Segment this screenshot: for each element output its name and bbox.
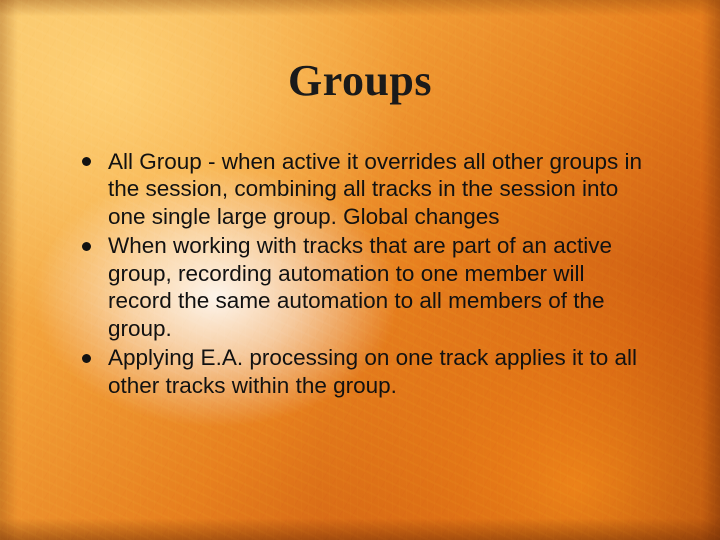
list-item: When working with tracks that are part o… [78,232,654,342]
slide-title: Groups [0,55,720,106]
slide-body: All Group - when active it overrides all… [78,148,654,401]
bullet-text: When working with tracks that are part o… [108,233,612,340]
bullet-list: All Group - when active it overrides all… [78,148,654,399]
bullet-text: All Group - when active it overrides all… [108,149,642,229]
list-item: Applying E.A. processing on one track ap… [78,344,654,399]
slide: Groups All Group - when active it overri… [0,0,720,540]
list-item: All Group - when active it overrides all… [78,148,654,230]
bullet-text: Applying E.A. processing on one track ap… [108,345,637,397]
